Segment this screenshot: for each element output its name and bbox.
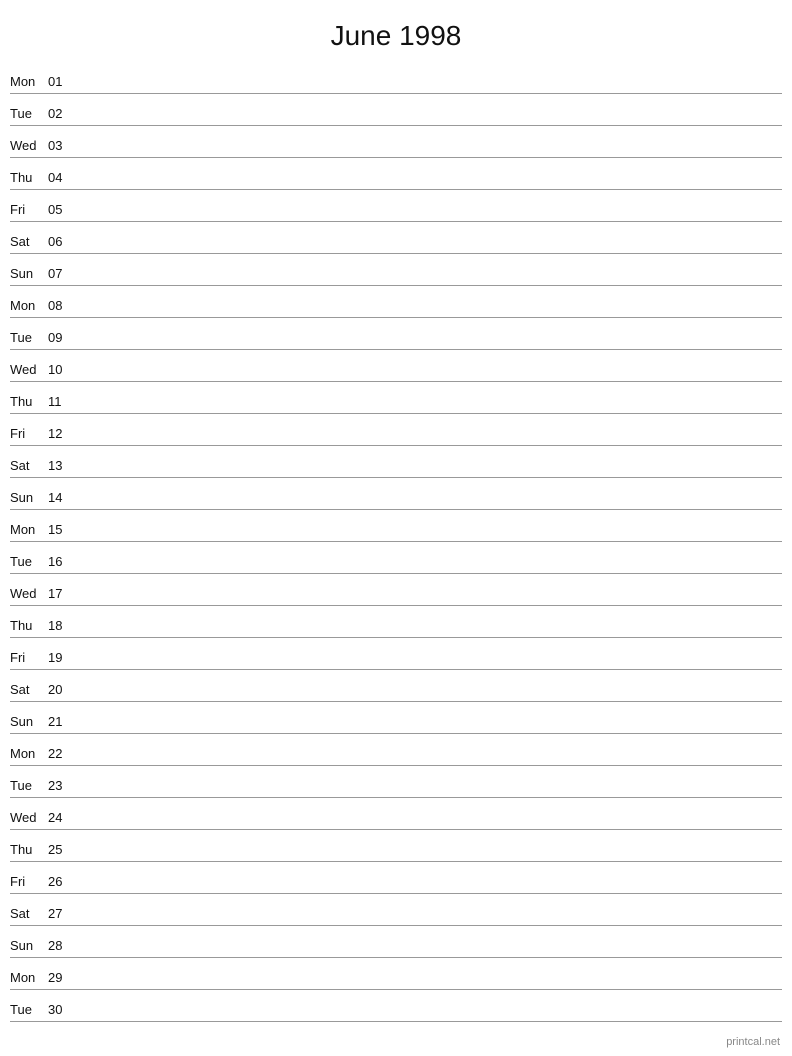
day-number: 09 <box>48 330 76 347</box>
day-number: 03 <box>48 138 76 155</box>
day-number: 27 <box>48 906 76 923</box>
day-name: Tue <box>10 106 48 123</box>
day-name: Tue <box>10 1002 48 1019</box>
day-name: Mon <box>10 522 48 539</box>
day-number: 06 <box>48 234 76 251</box>
day-row: Mon29 <box>10 958 782 990</box>
day-name: Sat <box>10 906 48 923</box>
day-name: Tue <box>10 330 48 347</box>
day-name: Sun <box>10 938 48 955</box>
day-row: Mon22 <box>10 734 782 766</box>
day-name: Thu <box>10 842 48 859</box>
day-number: 23 <box>48 778 76 795</box>
day-name: Fri <box>10 426 48 443</box>
day-row: Fri19 <box>10 638 782 670</box>
day-name: Fri <box>10 202 48 219</box>
day-number: 16 <box>48 554 76 571</box>
day-name: Fri <box>10 874 48 891</box>
day-row: Tue30 <box>10 990 782 1022</box>
day-number: 30 <box>48 1002 76 1019</box>
day-number: 14 <box>48 490 76 507</box>
day-number: 19 <box>48 650 76 667</box>
day-number: 20 <box>48 682 76 699</box>
day-name: Tue <box>10 554 48 571</box>
day-row: Tue23 <box>10 766 782 798</box>
day-number: 05 <box>48 202 76 219</box>
day-number: 22 <box>48 746 76 763</box>
day-row: Sat27 <box>10 894 782 926</box>
day-row: Fri05 <box>10 190 782 222</box>
day-row: Tue09 <box>10 318 782 350</box>
day-number: 21 <box>48 714 76 731</box>
day-number: 08 <box>48 298 76 315</box>
day-name: Fri <box>10 650 48 667</box>
day-row: Wed10 <box>10 350 782 382</box>
day-name: Tue <box>10 778 48 795</box>
day-number: 15 <box>48 522 76 539</box>
day-row: Fri12 <box>10 414 782 446</box>
day-row: Sat20 <box>10 670 782 702</box>
calendar-container: Mon01Tue02Wed03Thu04Fri05Sat06Sun07Mon08… <box>0 62 792 1022</box>
day-number: 29 <box>48 970 76 987</box>
day-name: Sun <box>10 714 48 731</box>
day-number: 25 <box>48 842 76 859</box>
day-name: Thu <box>10 170 48 187</box>
day-row: Sat06 <box>10 222 782 254</box>
day-name: Wed <box>10 138 48 155</box>
day-name: Wed <box>10 586 48 603</box>
day-row: Mon08 <box>10 286 782 318</box>
day-name: Sat <box>10 458 48 475</box>
day-number: 13 <box>48 458 76 475</box>
day-number: 26 <box>48 874 76 891</box>
day-number: 24 <box>48 810 76 827</box>
day-number: 10 <box>48 362 76 379</box>
day-row: Fri26 <box>10 862 782 894</box>
day-name: Sat <box>10 682 48 699</box>
day-row: Thu04 <box>10 158 782 190</box>
day-row: Mon15 <box>10 510 782 542</box>
day-name: Mon <box>10 970 48 987</box>
day-row: Wed03 <box>10 126 782 158</box>
day-row: Wed24 <box>10 798 782 830</box>
day-number: 04 <box>48 170 76 187</box>
page-title: June 1998 <box>0 0 792 62</box>
day-row: Mon01 <box>10 62 782 94</box>
day-number: 17 <box>48 586 76 603</box>
day-name: Mon <box>10 298 48 315</box>
day-row: Tue02 <box>10 94 782 126</box>
day-row: Sun21 <box>10 702 782 734</box>
day-name: Mon <box>10 74 48 91</box>
day-row: Sun07 <box>10 254 782 286</box>
day-name: Thu <box>10 618 48 635</box>
watermark: printcal.net <box>726 1036 780 1048</box>
day-name: Mon <box>10 746 48 763</box>
day-number: 07 <box>48 266 76 283</box>
day-number: 18 <box>48 618 76 635</box>
day-number: 12 <box>48 426 76 443</box>
day-row: Thu25 <box>10 830 782 862</box>
day-number: 01 <box>48 74 76 91</box>
day-number: 28 <box>48 938 76 955</box>
day-row: Sat13 <box>10 446 782 478</box>
day-number: 11 <box>48 394 76 411</box>
day-row: Thu18 <box>10 606 782 638</box>
day-row: Wed17 <box>10 574 782 606</box>
day-name: Wed <box>10 810 48 827</box>
day-name: Thu <box>10 394 48 411</box>
day-number: 02 <box>48 106 76 123</box>
day-name: Sun <box>10 266 48 283</box>
day-name: Wed <box>10 362 48 379</box>
day-row: Sun28 <box>10 926 782 958</box>
day-name: Sun <box>10 490 48 507</box>
day-row: Sun14 <box>10 478 782 510</box>
day-row: Thu11 <box>10 382 782 414</box>
day-row: Tue16 <box>10 542 782 574</box>
day-name: Sat <box>10 234 48 251</box>
